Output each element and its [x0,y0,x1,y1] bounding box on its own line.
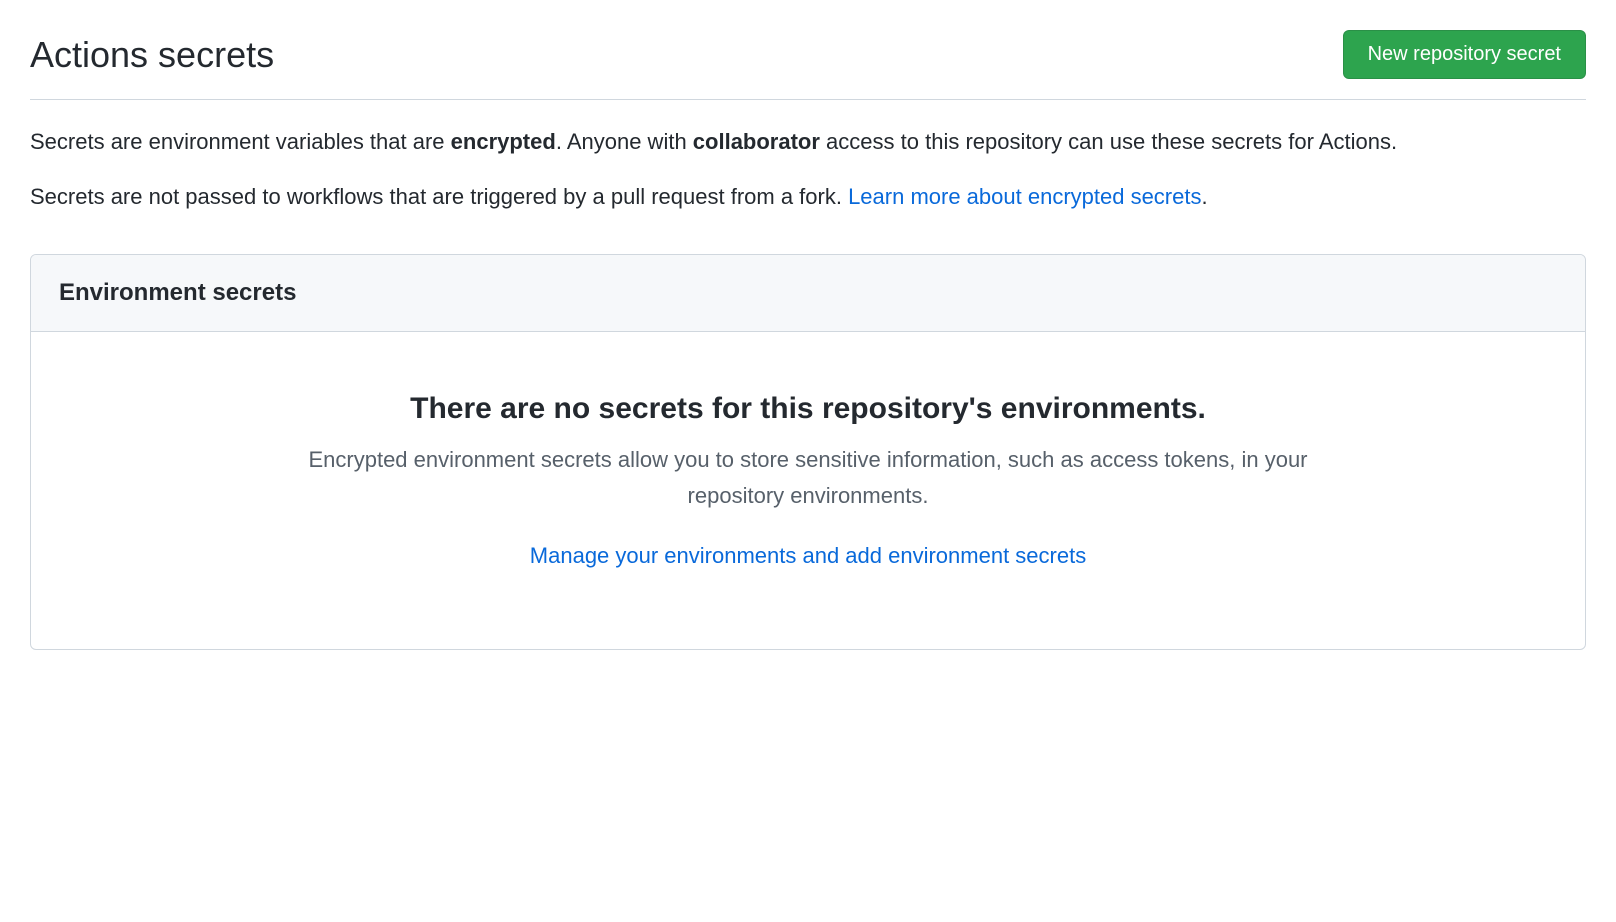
panel-header: Environment secrets [31,255,1585,332]
panel-body: There are no secrets for this repository… [31,332,1585,648]
new-repository-secret-button[interactable]: New repository secret [1343,30,1586,79]
page-title: Actions secrets [30,34,274,76]
page-header: Actions secrets New repository secret [30,30,1586,100]
description-section: Secrets are environment variables that a… [30,124,1586,214]
empty-state-description: Encrypted environment secrets allow you … [258,442,1358,512]
empty-state-title: There are no secrets for this repository… [71,392,1545,426]
description-paragraph-1: Secrets are environment variables that a… [30,124,1586,159]
environment-secrets-panel: Environment secrets There are no secrets… [30,254,1586,649]
manage-environments-link[interactable]: Manage your environments and add environ… [530,543,1086,568]
description-paragraph-2: Secrets are not passed to workflows that… [30,179,1586,214]
panel-title: Environment secrets [59,279,1557,307]
learn-more-link[interactable]: Learn more about encrypted secrets [848,184,1201,209]
